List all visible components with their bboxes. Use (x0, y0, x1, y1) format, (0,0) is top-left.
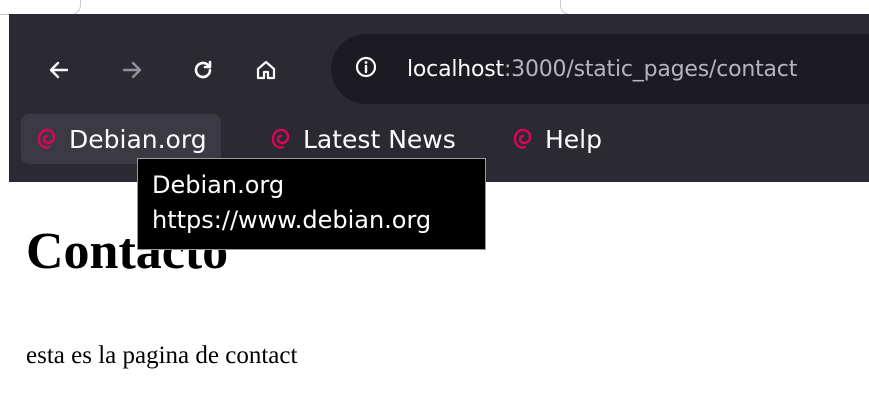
tab-strip-edge (0, 0, 869, 15)
url-text[interactable]: localhost:3000/static_pages/contact (407, 57, 797, 82)
tab-outline-left (0, 0, 81, 15)
navigation-toolbar: localhost:3000/static_pages/contact (9, 14, 869, 114)
browser-chrome: localhost:3000/static_pages/contact Debi… (9, 14, 869, 182)
tab-outline-right (560, 0, 869, 15)
tooltip-title: Debian.org (152, 171, 285, 199)
forward-button[interactable] (112, 50, 152, 90)
arrow-right-icon (120, 58, 144, 82)
bookmark-latest-news[interactable]: Latest News (257, 114, 466, 164)
back-button[interactable] (39, 50, 79, 90)
tooltip-url: https://www.debian.org (152, 206, 432, 234)
home-button[interactable] (246, 50, 286, 90)
debian-swirl-icon (509, 125, 535, 153)
bookmark-debian-org[interactable]: Debian.org (21, 114, 221, 164)
site-info-button[interactable] (339, 42, 393, 96)
page-body-text: esta es la pagina de contact (26, 342, 298, 369)
bookmark-label: Latest News (303, 124, 456, 154)
address-bar[interactable]: localhost:3000/static_pages/contact (331, 34, 869, 104)
info-icon (354, 55, 378, 83)
debian-swirl-icon (267, 125, 293, 153)
bookmark-label: Debian.org (69, 124, 207, 154)
url-host: localhost (407, 56, 504, 82)
home-icon (254, 58, 278, 82)
bookmark-tooltip: Debian.org https://www.debian.org (137, 158, 486, 250)
reload-button[interactable] (183, 50, 223, 90)
bookmark-label: Help (545, 124, 602, 154)
debian-swirl-icon (33, 125, 59, 153)
bookmark-help[interactable]: Help (499, 114, 612, 164)
url-path: :3000/static_pages/contact (503, 56, 798, 82)
arrow-left-icon (47, 58, 71, 82)
reload-icon (191, 58, 215, 82)
